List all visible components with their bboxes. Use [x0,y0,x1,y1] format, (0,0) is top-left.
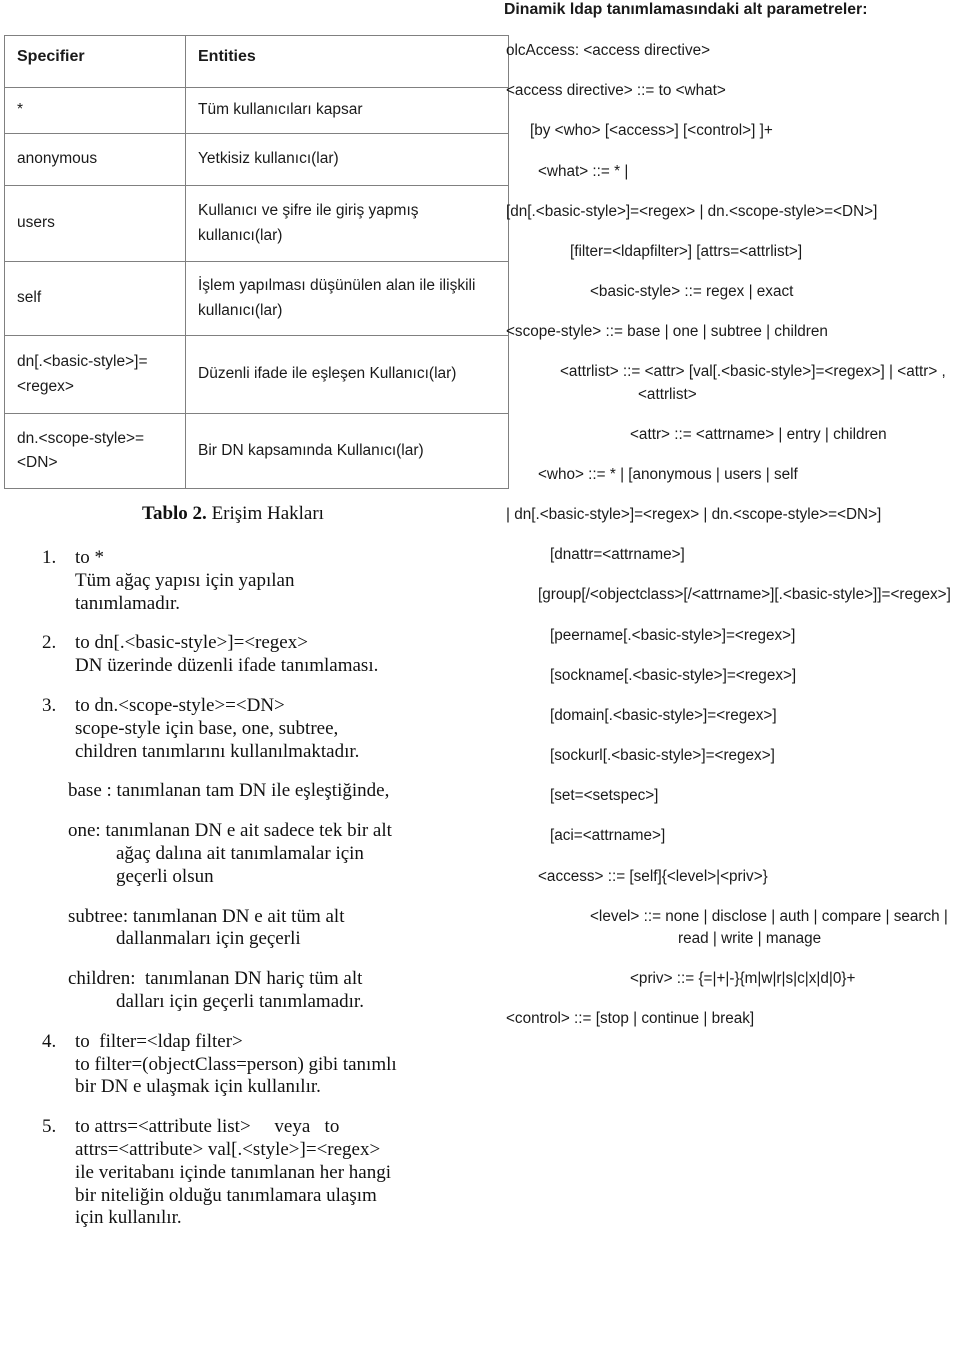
grammar-line: [by <who> [<access>] [<control>] ]+ [530,122,773,140]
list-item-number: 1. [42,547,57,568]
paragraph-line: children: tanımlanan DN hariç tüm alt [68,968,363,990]
paragraph-line: ağaç dalına ait tanımlamalar için [116,842,364,864]
grammar-block: olcAccess: <access directive> <access di… [478,40,960,1048]
left-body-text: 1. to * Tüm ağaç yapısı için yapılan tan… [0,547,470,1247]
left-column: Specifier Entities * Tüm kullanıcıları k… [0,0,509,1364]
grammar-line: <who> ::= * | [anonymous | users | self [538,465,798,483]
grammar-line: [aci=<attrname>] [550,827,666,845]
table-caption: Tablo 2. Erişim Hakları [0,503,466,525]
paragraph-line: one: tanımlanan DN e ait sadece tek bir … [68,820,392,842]
grammar-line: <what> ::= * | [538,162,629,180]
list-item-line: bir niteliğin olduğu tanımlamara ulaşım [75,1184,377,1206]
table-caption-label: Tablo 2. [142,503,207,524]
grammar-line: [sockurl[.<basic-style>]=<regex>] [550,747,775,765]
list-item-line: to attrs=<attribute list> veya to [75,1116,340,1138]
table-cell-specifier: anonymous [4,133,186,186]
table-row: anonymous Yetkisiz kullanıcı(lar) [4,133,509,186]
grammar-line: [dn[.<basic-style>]=<regex> | dn.<scope-… [506,202,878,220]
paragraph-line: dalları için geçerli tanımlamadır. [116,990,364,1012]
grammar-line: [set=<setspec>] [550,787,659,805]
paragraph-line: base : tanımlanan tam DN ile eşleştiğind… [68,780,390,802]
list-item-line: to * [75,547,105,568]
list-item-line: to dn[.<basic-style>]=<regex> [75,632,308,654]
table-row: dn.<scope-style>=<DN> Bir DN kapsamında … [4,413,509,489]
table-cell-specifier: dn.<scope-style>=<DN> [4,413,186,489]
list-item-line: bir DN e ulaşmak için kullanılır. [75,1076,321,1098]
table-cell-entities: Tüm kullanıcıları kapsar [185,87,509,134]
table-cell-specifier: * [4,87,186,134]
grammar-line: <control> ::= [stop | continue | break] [506,1010,755,1028]
list-item-line: için kullanılır. [75,1207,182,1229]
list-item-line: to filter=<ldap filter> [75,1030,243,1052]
list-item-line: to dn.<scope-style>=<DN> [75,694,285,716]
paragraph-line: subtree: tanımlanan DN e ait tüm alt [68,905,345,927]
grammar-line: | dn[.<basic-style>]=<regex> | dn.<scope… [506,506,882,524]
scope-paragraph-subtree: subtree: tanımlanan DN e ait tüm alt dal… [68,906,470,952]
table-header-entities: Entities [185,35,509,88]
scope-paragraph-one: one: tanımlanan DN e ait sadece tek bir … [68,820,470,888]
grammar-line: [filter=<ldapfilter>] [attrs=<attrlist>] [570,242,803,260]
list-item-line: DN üzerinde düzenli ifade tanımlaması. [75,655,379,677]
grammar-line: [peername[.<basic-style>]=<regex>] [550,626,796,644]
list-item: 5. to attrs=<attribute list> veya to att… [0,1116,470,1230]
table-caption-text: Erişim Hakları [206,503,324,524]
table-cell-specifier: users [4,185,186,262]
table-cell-entities: İşlem yapılması düşünülen alan ile ilişk… [185,261,509,336]
list-item: 2. to dn[.<basic-style>]=<regex> DN üzer… [0,632,470,678]
list-item-line: ile veritabanı içinde tanımlanan her han… [75,1161,392,1183]
table-row: dn[.<basic-style>]=<regex> Düzenli ifade… [4,335,509,414]
list-item-line: Tüm ağaç yapısı için yapılan [75,569,295,591]
document-page: Specifier Entities * Tüm kullanıcıları k… [0,0,960,1364]
list-item-number: 3. [42,694,57,716]
table-cell-entities: Yetkisiz kullanıcı(lar) [185,133,509,186]
scope-paragraph-children: children: tanımlanan DN hariç tüm alt da… [68,968,470,1014]
list-item-line: scope-style için base, one, subtree, [75,717,339,739]
list-item: 1. to * Tüm ağaç yapısı için yapılan tan… [0,547,470,615]
grammar-line: <attrlist> ::= <attr> [val[.<basic-style… [560,363,946,403]
grammar-line: <priv> ::= {=|+|-}{m|w|r|s|c|x|d|0}+ [630,970,856,988]
list-item-number: 4. [42,1030,57,1052]
grammar-line: <level> ::= none | disclose | auth | com… [590,907,948,947]
list-item-number: 2. [42,632,57,654]
grammar-line: <scope-style> ::= base | one | subtree |… [506,323,828,341]
table-cell-specifier: dn[.<basic-style>]=<regex> [4,335,186,414]
list-item: 3. to dn.<scope-style>=<DN> scope-style … [0,695,470,763]
scope-paragraph-base: base : tanımlanan tam DN ile eşleştiğind… [68,780,470,803]
grammar-line: <attr> ::= <attrname> | entry | children [630,425,887,443]
grammar-line: <access> ::= [self]{<level>|<priv>} [538,867,768,885]
table-header-row: Specifier Entities [4,35,509,88]
table-row: self İşlem yapılması düşünülen alan ile … [4,261,509,336]
list-item-number: 5. [42,1116,57,1138]
table-cell-entities: Bir DN kapsamında Kullanıcı(lar) [185,413,509,489]
table-header-specifier: Specifier [4,35,186,88]
right-column: Dinamik ldap tanımlamasındaki alt parame… [478,0,960,1364]
list-item-line: to filter=(objectClass=person) gibi tanı… [75,1053,397,1075]
grammar-line: <basic-style> ::= regex | exact [590,283,794,301]
table-row: * Tüm kullanıcıları kapsar [4,87,509,134]
grammar-line: [domain[.<basic-style>]=<regex>] [550,706,777,724]
table-cell-entities: Kullanıcı ve şifre ile giriş yapmış kull… [185,185,509,262]
list-item-line: attrs=<attribute> val[.<style>]=<regex> [75,1138,381,1160]
paragraph-line: dallanmaları için geçerli [116,928,301,950]
grammar-line: [dnattr=<attrname>] [550,546,685,564]
list-item: 4. to filter=<ldap filter> to filter=(ob… [0,1031,470,1099]
paragraph-line: geçerli olsun [116,865,214,887]
list-item-line: tanımlamadır. [75,592,181,614]
grammar-line: [sockname[.<basic-style>]=<regex>] [550,666,797,684]
table-cell-entities: Düzenli ifade ile eşleşen Kullanıcı(lar) [185,335,509,414]
list-item-line: children tanımlarını kullanılmaktadır. [75,740,360,762]
table-row: users Kullanıcı ve şifre ile giriş yapmı… [4,185,509,262]
grammar-line: [group[/<objectclass>[/<attrname>][.<bas… [538,586,951,604]
grammar-line: olcAccess: <access directive> [506,42,711,59]
table-cell-specifier: self [4,261,186,336]
right-column-title: Dinamik ldap tanımlamasındaki alt parame… [504,1,868,18]
specifier-entities-table: Specifier Entities * Tüm kullanıcıları k… [4,35,509,489]
grammar-line: <access directive> ::= to <what> [506,82,726,100]
